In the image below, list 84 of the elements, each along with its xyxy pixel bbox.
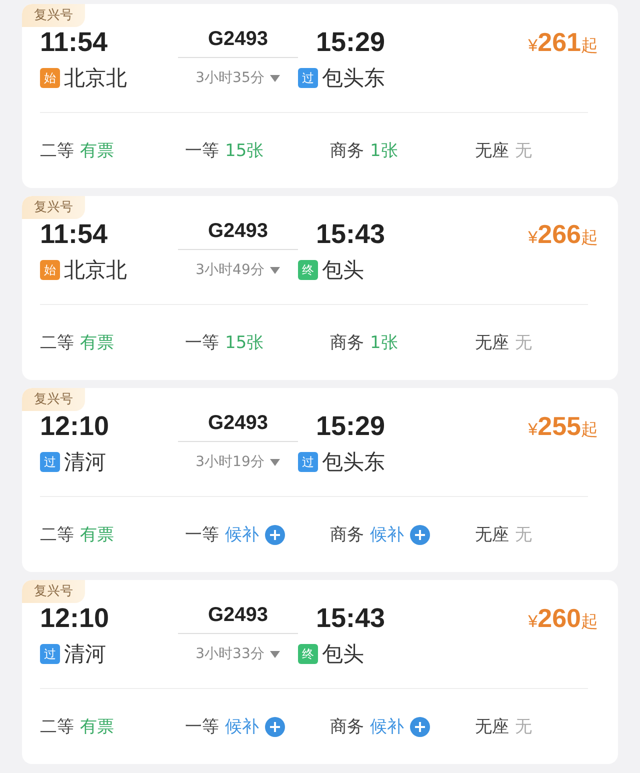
station-name: 清河: [64, 449, 106, 476]
station-name: 北京北: [64, 257, 127, 284]
station-badge: 过: [298, 68, 318, 88]
price: ¥261起: [528, 27, 598, 58]
seat-class: 无座: [475, 332, 509, 354]
caret-icon: [270, 650, 280, 658]
station-badge: 终: [298, 644, 318, 664]
seat-status: 有票: [80, 140, 114, 162]
duration-dropdown[interactable]: 3小时49分: [178, 255, 298, 279]
duration-dropdown[interactable]: 3小时35分: [178, 63, 298, 87]
arrival-time: 15:29: [315, 411, 386, 442]
train-number: G2493: [178, 220, 298, 250]
seat-class: 二等: [40, 332, 74, 354]
station-badge: 过: [40, 644, 60, 664]
seat-class: 无座: [475, 524, 509, 546]
caret-icon: [270, 74, 280, 82]
price: ¥260起: [528, 603, 598, 634]
station-badge: 始: [40, 260, 60, 280]
station-badge: 过: [40, 452, 60, 472]
seat-class: 商务: [330, 332, 364, 354]
station-name: 包头东: [322, 449, 385, 476]
seat-status: 1张: [370, 140, 398, 162]
add-icon[interactable]: [410, 716, 430, 736]
add-icon[interactable]: [265, 716, 285, 736]
train-type-tag: 复兴号: [22, 580, 85, 603]
seat-status: 无: [515, 524, 532, 546]
train-number: G2493: [178, 28, 298, 58]
seat-status: 有票: [80, 716, 114, 738]
caret-icon: [270, 458, 280, 466]
seat-status: 无: [515, 140, 532, 162]
departure-time: 12:10: [40, 603, 110, 634]
station-badge: 始: [40, 68, 60, 88]
seat-class: 商务: [330, 716, 364, 738]
seat-status: 候补: [370, 716, 404, 738]
train-type-tag: 复兴号: [22, 388, 85, 411]
seat-status: 15张: [225, 140, 264, 162]
seat-status: 1张: [370, 332, 398, 354]
arrival-time: 15:43: [315, 219, 386, 250]
seat-class: 无座: [475, 140, 509, 162]
seat-class: 一等: [185, 524, 219, 546]
arrival-time: 15:29: [315, 27, 386, 58]
caret-icon: [270, 266, 280, 274]
train-number: G2493: [178, 412, 298, 442]
arrival-time: 15:43: [315, 603, 386, 634]
departure-time: 12:10: [40, 411, 110, 442]
seat-status: 无: [515, 716, 532, 738]
train-card[interactable]: 复兴号 12:10 G2493 15:29 ¥255起 过 清河 3小时19分 过 包头东 二等 有票 一等 候补 商务 候补 无座 无: [22, 388, 618, 572]
station-name: 包头: [322, 257, 364, 284]
duration-dropdown[interactable]: 3小时33分: [178, 639, 298, 663]
departure-time: 11:54: [40, 219, 109, 250]
duration-dropdown[interactable]: 3小时19分: [178, 447, 298, 471]
train-card[interactable]: 复兴号 11:54 G2493 15:29 ¥261起 始 北京北 3小时35分 过 包头东 二等 有票 一等 15张 商务 1张 无座 无: [22, 4, 618, 188]
train-card[interactable]: 复兴号 12:10 G2493 15:43 ¥260起 过 清河 3小时33分 终 包头 二等 有票 一等 候补 商务 候补 无座 无: [22, 580, 618, 764]
station-badge: 终: [298, 260, 318, 280]
seat-status: 候补: [225, 716, 259, 738]
train-type-tag: 复兴号: [22, 4, 85, 27]
station-name: 包头东: [322, 65, 385, 92]
station-badge: 过: [298, 452, 318, 472]
seat-status: 有票: [80, 524, 114, 546]
price: ¥266起: [528, 219, 598, 250]
seat-class: 二等: [40, 716, 74, 738]
seat-status: 有票: [80, 332, 114, 354]
station-name: 北京北: [64, 65, 127, 92]
seat-class: 一等: [185, 332, 219, 354]
seat-class: 一等: [185, 716, 219, 738]
seat-class: 二等: [40, 140, 74, 162]
station-name: 包头: [322, 641, 364, 668]
add-icon[interactable]: [265, 524, 285, 544]
price: ¥255起: [528, 411, 598, 442]
seat-class: 无座: [475, 716, 509, 738]
train-type-tag: 复兴号: [22, 196, 85, 219]
seat-status: 无: [515, 332, 532, 354]
station-name: 清河: [64, 641, 106, 668]
seat-class: 一等: [185, 140, 219, 162]
seat-class: 商务: [330, 140, 364, 162]
seat-class: 商务: [330, 524, 364, 546]
seat-status: 15张: [225, 332, 264, 354]
seat-status: 候补: [225, 524, 259, 546]
train-number: G2493: [178, 604, 298, 634]
add-icon[interactable]: [410, 524, 430, 544]
departure-time: 11:54: [40, 27, 109, 58]
seat-status: 候补: [370, 524, 404, 546]
train-card[interactable]: 复兴号 11:54 G2493 15:43 ¥266起 始 北京北 3小时49分 终 包头 二等 有票 一等 15张 商务 1张 无座 无: [22, 196, 618, 380]
seat-class: 二等: [40, 524, 74, 546]
